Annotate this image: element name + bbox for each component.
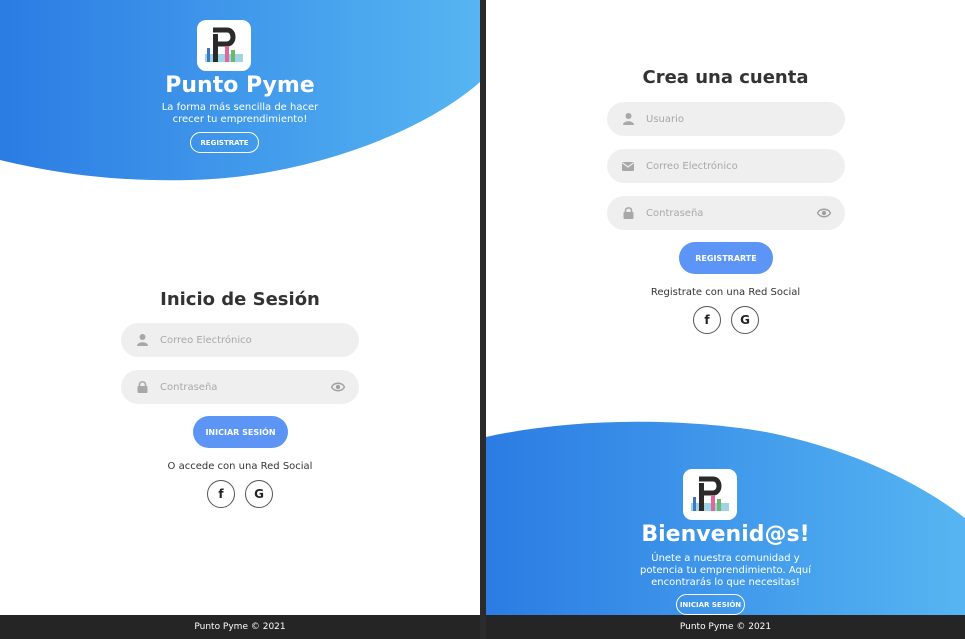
welcome-line2: potencia tu emprendimiento. Aquí: [639, 565, 811, 576]
lock-icon: [621, 206, 635, 220]
login-button[interactable]: INICIAR SESIÓN: [676, 594, 745, 615]
register-title: Crea una cuenta: [642, 67, 809, 88]
brand-subtitle-line2: crecer tu emprendimiento!: [172, 114, 308, 125]
login-submit-button[interactable]: INICIAR SESIÓN: [193, 416, 288, 448]
facebook-icon[interactable]: f: [693, 306, 721, 334]
login-title: Inicio de Sesión: [160, 289, 320, 310]
user-icon: [621, 112, 635, 126]
lock-icon: [135, 380, 149, 394]
username-placeholder: Usuario: [646, 113, 685, 125]
register-panel: Crea una cuenta Usuario Correo Electróni…: [486, 0, 965, 615]
email-placeholder: Correo Electrónico: [160, 334, 252, 346]
register-email-placeholder: Correo Electrónico: [646, 160, 738, 172]
google-icon[interactable]: G: [245, 480, 273, 508]
email-field[interactable]: Correo Electrónico: [121, 323, 359, 357]
login-footer: Punto Pyme © 2021: [0, 615, 480, 639]
facebook-icon[interactable]: f: [207, 480, 235, 508]
brand-subtitle-line1: La forma más sencilla de hacer: [161, 102, 319, 113]
password-placeholder: Contraseña: [160, 381, 218, 393]
envelope-icon: [621, 159, 635, 173]
welcome-title: Bienvenid@s!: [641, 522, 810, 547]
user-icon: [135, 333, 149, 347]
logo-icon: [683, 469, 737, 520]
register-password-placeholder: Contraseña: [646, 207, 704, 219]
register-submit-button[interactable]: REGISTRARTE: [679, 242, 773, 274]
register-password-field[interactable]: Contraseña: [607, 196, 845, 230]
register-email-field[interactable]: Correo Electrónico: [607, 149, 845, 183]
eye-icon[interactable]: [331, 381, 345, 393]
username-field[interactable]: Usuario: [607, 102, 845, 136]
welcome-line3: encontrarás lo que necesitas!: [651, 577, 800, 588]
logo-icon: [197, 20, 251, 71]
password-field[interactable]: Contraseña: [121, 370, 359, 404]
social-register-text: Registrate con una Red Social: [650, 287, 801, 298]
google-icon[interactable]: G: [731, 306, 759, 334]
welcome-line1: Únete a nuestra comunidad y: [651, 553, 800, 564]
login-panel: Punto Pyme La forma más sencilla de hace…: [0, 0, 480, 615]
register-button[interactable]: REGISTRATE: [190, 132, 259, 153]
brand-title: Punto Pyme: [165, 73, 315, 98]
social-login-text: O accede con una Red Social: [167, 461, 313, 472]
eye-icon[interactable]: [817, 207, 831, 219]
register-footer: Punto Pyme © 2021: [486, 615, 965, 639]
